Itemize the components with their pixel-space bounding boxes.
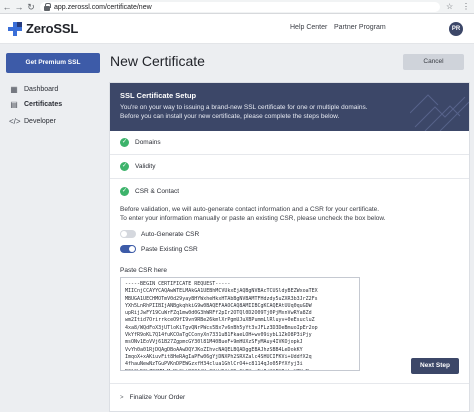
- step-validity[interactable]: ✓ Validity: [110, 155, 469, 179]
- forward-icon[interactable]: →: [14, 0, 24, 14]
- partner-program-link[interactable]: Partner Program: [334, 24, 386, 31]
- auto-generate-csr-label: Auto-Generate CSR: [141, 230, 200, 238]
- sidebar: Get Premium SSL ▦ Dashboard ▤ Certificat…: [0, 45, 108, 412]
- page-title: New Certificate: [110, 53, 205, 69]
- step-domains[interactable]: ✓ Domains: [110, 131, 469, 155]
- paste-existing-csr-label: Paste Existing CSR: [141, 245, 198, 253]
- certificate-icon: ▤: [10, 100, 18, 109]
- next-step-button[interactable]: Next Step: [411, 358, 459, 374]
- code-icon: </>: [9, 117, 21, 126]
- page: ← → ↻ app.zerossl.com/certificate/new ☆ …: [0, 0, 474, 412]
- step-label: CSR & Contact: [135, 187, 180, 195]
- setup-banner: SSL Certificate Setup You're on your way…: [110, 83, 469, 131]
- get-premium-ssl-button[interactable]: Get Premium SSL: [6, 53, 100, 73]
- banner-text-line-1: You're on your way to issuing a brand-ne…: [120, 104, 368, 111]
- lock-icon: [44, 2, 51, 11]
- paste-existing-csr-row: Paste Existing CSR: [120, 245, 198, 253]
- url-text: app.zerossl.com/certificate/new: [54, 3, 152, 11]
- step-label: Domains: [135, 139, 161, 146]
- back-icon[interactable]: ←: [2, 0, 12, 14]
- sidebar-item-developer[interactable]: </> Developer: [9, 117, 56, 126]
- sidebar-item-label: Dashboard: [24, 86, 59, 93]
- csr-description-line-2: To enter your information manually or pa…: [120, 215, 386, 222]
- chevron-right-icon: >: [120, 394, 124, 401]
- sidebar-item-dashboard[interactable]: ▦ Dashboard: [9, 85, 58, 94]
- dashboard-icon: ▦: [10, 85, 18, 94]
- avatar[interactable]: PR: [449, 22, 463, 36]
- reload-icon[interactable]: ↻: [26, 0, 36, 14]
- csr-textarea[interactable]: -----BEGIN CERTIFICATE REQUEST----- MIIC…: [120, 277, 360, 371]
- csr-description-line-1: Before validation, we will auto-generate…: [120, 206, 380, 213]
- auto-generate-csr-row: Auto-Generate CSR: [120, 230, 199, 238]
- star-icon[interactable]: ☆: [446, 2, 453, 12]
- banner-pattern-icon: [410, 94, 469, 131]
- paste-csr-label: Paste CSR here: [120, 267, 167, 274]
- step-csr-contact[interactable]: ✓ CSR & Contact: [110, 179, 469, 203]
- step-finalize-order[interactable]: > Finalize Your Order: [110, 383, 469, 411]
- menu-dots-icon[interactable]: ⋮: [462, 2, 470, 12]
- certificate-setup-panel: SSL Certificate Setup You're on your way…: [109, 82, 470, 412]
- address-bar[interactable]: app.zerossl.com/certificate/new: [40, 2, 440, 12]
- zerossl-logo[interactable]: ZeroSSL: [8, 21, 78, 36]
- cancel-button[interactable]: Cancel: [403, 54, 464, 70]
- check-circle-icon: ✓: [120, 138, 129, 147]
- check-circle-icon: ✓: [120, 162, 129, 171]
- app-header: ZeroSSL Help Center Partner Program PR: [0, 14, 474, 44]
- banner-title: SSL Certificate Setup: [120, 91, 197, 100]
- browser-toolbar: ← → ↻ app.zerossl.com/certificate/new ☆ …: [0, 0, 474, 14]
- logo-text: ZeroSSL: [26, 21, 79, 36]
- banner-text-line-2: Before you can install your new certific…: [120, 113, 340, 120]
- step-label: Finalize Your Order: [129, 394, 186, 401]
- step-label: Validity: [135, 163, 156, 170]
- sidebar-item-label: Developer: [24, 118, 56, 125]
- sidebar-item-certificates[interactable]: ▤ Certificates: [9, 100, 62, 109]
- paste-existing-csr-toggle[interactable]: [120, 245, 136, 253]
- auto-generate-csr-toggle[interactable]: [120, 230, 136, 238]
- help-center-link[interactable]: Help Center: [290, 24, 327, 31]
- zerossl-logo-icon: [8, 21, 22, 36]
- check-circle-icon: ✓: [120, 186, 129, 196]
- sidebar-item-label: Certificates: [24, 101, 63, 108]
